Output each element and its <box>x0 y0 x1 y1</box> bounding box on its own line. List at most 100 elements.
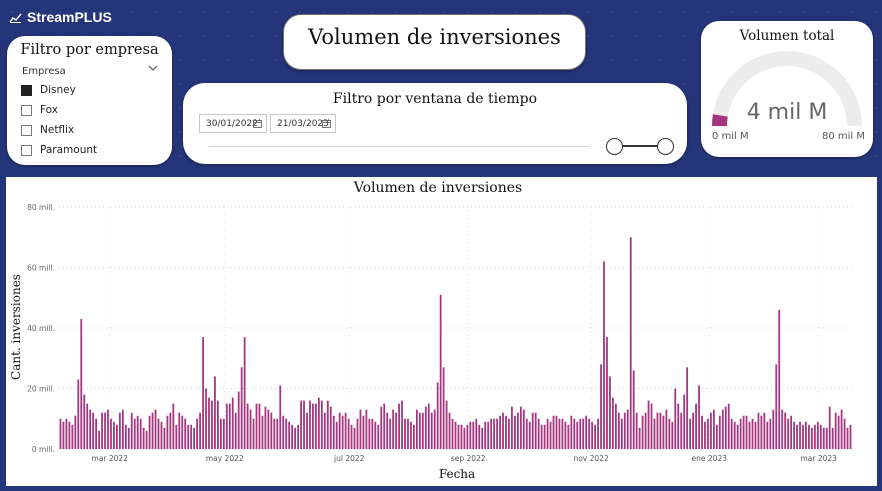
chart-bar[interactable] <box>635 412 638 449</box>
chart-bar[interactable] <box>282 415 285 449</box>
chart-bar[interactable] <box>436 382 439 449</box>
chart-bar[interactable] <box>516 412 519 449</box>
chart-bar[interactable] <box>713 409 715 449</box>
chart-bar[interactable] <box>718 415 721 449</box>
chart-bar[interactable] <box>252 418 255 449</box>
chart-bar[interactable] <box>101 412 103 449</box>
chart-bar[interactable] <box>285 418 288 449</box>
chart-bar[interactable] <box>86 403 89 450</box>
chart-bar[interactable] <box>698 385 700 449</box>
chart-bar[interactable] <box>344 412 347 449</box>
chart-bar[interactable] <box>623 412 626 449</box>
chart-bar[interactable] <box>317 397 320 449</box>
chart-bar[interactable] <box>686 367 689 449</box>
chart-bar[interactable] <box>707 418 709 449</box>
chart-bar[interactable] <box>778 309 781 449</box>
chart-bar[interactable] <box>543 424 546 449</box>
chart-bar[interactable] <box>481 427 484 449</box>
chart-bar[interactable] <box>404 418 406 449</box>
chart-bar[interactable] <box>659 412 662 449</box>
chart-bar[interactable] <box>113 421 115 449</box>
chart-bar[interactable] <box>825 427 828 449</box>
chart-bar[interactable] <box>365 409 368 449</box>
chart-bar[interactable] <box>617 412 620 449</box>
chart-bar[interactable] <box>410 421 412 449</box>
company-item-disney[interactable]: Disney <box>21 80 97 100</box>
chart-bar[interactable] <box>748 421 751 449</box>
chart-bar[interactable] <box>163 427 166 449</box>
chart-bar[interactable] <box>579 418 582 449</box>
chart-bar[interactable] <box>736 424 739 449</box>
chart-bar[interactable] <box>154 409 157 449</box>
chart-bar[interactable] <box>77 379 80 449</box>
chart-bar[interactable] <box>793 421 795 449</box>
chart-bar[interactable] <box>309 400 311 449</box>
chart-bar[interactable] <box>790 415 792 449</box>
date-slider-track[interactable] <box>209 146 589 147</box>
chart-bar[interactable] <box>668 418 671 449</box>
chart-bar[interactable] <box>371 418 374 449</box>
chart-bar[interactable] <box>341 415 344 449</box>
chart-bar[interactable] <box>576 421 579 449</box>
chart-bar[interactable] <box>775 364 778 449</box>
chart-bar[interactable] <box>831 427 834 449</box>
chart-bar[interactable] <box>172 403 175 450</box>
chart-bar[interactable] <box>808 424 810 449</box>
chart-bar[interactable] <box>255 403 258 450</box>
chart-bar[interactable] <box>368 418 371 449</box>
chart-bar[interactable] <box>395 412 397 449</box>
company-item-fox[interactable]: Fox <box>21 100 97 120</box>
chart-bar[interactable] <box>612 397 614 449</box>
chart-bar[interactable] <box>347 418 350 449</box>
chart-bar[interactable] <box>567 424 570 449</box>
chart-bar[interactable] <box>715 424 718 449</box>
chart-bar[interactable] <box>730 418 733 449</box>
chart-bar[interactable] <box>273 418 276 449</box>
date-slider-start-handle[interactable] <box>606 138 623 155</box>
chart-bar[interactable] <box>386 412 389 449</box>
chart-bar[interactable] <box>288 421 291 449</box>
chart-bar[interactable] <box>169 412 172 449</box>
chart-bar[interactable] <box>555 415 558 449</box>
chart-bar[interactable] <box>724 406 727 449</box>
chart-bar[interactable] <box>552 415 555 449</box>
chart-bar[interactable] <box>760 415 763 449</box>
chart-bar[interactable] <box>614 403 617 450</box>
chart-bar[interactable] <box>816 421 819 449</box>
chart-bar[interactable] <box>95 418 98 449</box>
chart-bar[interactable] <box>591 421 594 449</box>
chart-bar[interactable] <box>561 418 564 449</box>
chart-bar[interactable] <box>377 424 380 449</box>
chart-bar[interactable] <box>843 418 846 449</box>
chart-bar[interactable] <box>629 237 632 449</box>
chart-bar[interactable] <box>846 427 849 449</box>
chart-bar[interactable] <box>398 403 400 450</box>
chart-bar[interactable] <box>671 421 674 449</box>
chart-bar[interactable] <box>294 427 297 449</box>
chart-bar[interactable] <box>585 415 588 449</box>
chart-bar[interactable] <box>448 412 451 449</box>
chart-bar[interactable] <box>430 412 433 449</box>
chart-bar[interactable] <box>214 376 216 449</box>
chart-bar[interactable] <box>225 403 228 450</box>
chart-bar[interactable] <box>329 406 332 449</box>
chart-bar[interactable] <box>499 415 501 449</box>
chart-bar[interactable] <box>237 391 240 449</box>
chart-bar[interactable] <box>193 427 196 449</box>
chart-bar[interactable] <box>757 412 760 449</box>
chart-bar[interactable] <box>392 409 395 449</box>
chart-bar[interactable] <box>460 424 463 449</box>
chart-bar[interactable] <box>475 418 478 449</box>
chart-bar[interactable] <box>781 409 784 449</box>
chart-bar[interactable] <box>519 406 522 449</box>
chart-bar[interactable] <box>469 421 472 449</box>
chart-bar[interactable] <box>338 412 341 449</box>
chart-bar[interactable] <box>546 418 549 449</box>
chart-bar[interactable] <box>811 427 813 449</box>
chart-bar[interactable] <box>472 421 475 449</box>
chart-bar[interactable] <box>540 424 543 449</box>
chart-bar[interactable] <box>564 421 567 449</box>
chart-bar[interactable] <box>335 421 338 449</box>
chart-bar[interactable] <box>799 421 801 449</box>
chart-bar[interactable] <box>478 424 481 449</box>
